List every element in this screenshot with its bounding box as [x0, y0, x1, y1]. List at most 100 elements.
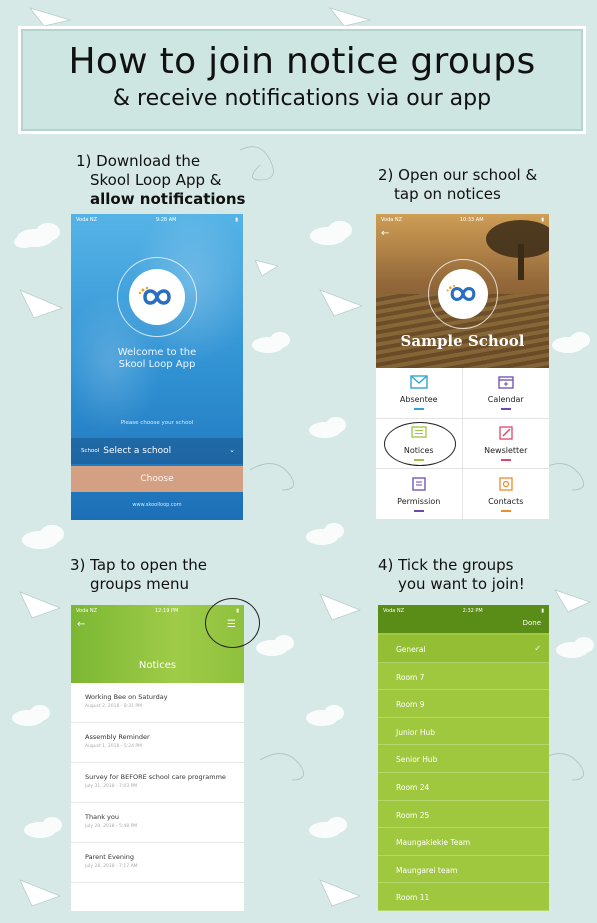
list-item[interactable]: Working Bee on Saturday August 2, 2018 -… [71, 683, 244, 723]
step-1-line: Skool Loop App & [90, 171, 222, 189]
group-label: Room 25 [396, 810, 430, 820]
checkmark-icon: ✓ [534, 644, 541, 653]
highlight-circle [384, 422, 456, 466]
list-item[interactable]: Survey for BEFORE school care programme … [71, 763, 244, 803]
notice-date: August 2, 2018 - 8:31 PM [85, 704, 142, 709]
notice-title: Thank you [85, 813, 119, 821]
cloud-icon [12, 705, 50, 726]
chevron-down-icon: ⌄ [229, 446, 235, 454]
school-select[interactable]: School Select a school ⌄ [71, 438, 243, 464]
cloud-icon [556, 637, 594, 658]
notice-title: Parent Evening [85, 853, 134, 861]
tile-label: Permission [397, 496, 441, 506]
group-item[interactable]: Room 9 [378, 690, 549, 718]
group-item[interactable]: Room 25 [378, 801, 549, 829]
choose-prompt: Please choose your school [120, 420, 194, 426]
tile-label: Absentee [399, 395, 438, 405]
newsletter-icon [499, 426, 513, 440]
group-label: Room 24 [396, 783, 430, 792]
phone-screen-groups: Voda NZ 2:32 PM ▮ Done General ✓ Room 7 … [378, 605, 549, 911]
step-1-bold: allow notifications [90, 190, 246, 208]
cloud-icon [309, 417, 346, 438]
list-item[interactable]: Assembly Reminder August 1, 2018 - 5:24 … [71, 723, 244, 763]
phone-screen-school: Voda NZ 10:33 AM ▮ ← Sample School Absen… [376, 214, 549, 520]
paper-plane-icon [19, 591, 62, 619]
clock: 10:33 AM [459, 216, 484, 223]
group-item[interactable]: Senior Hub [378, 745, 549, 773]
infinity-logo-icon [446, 284, 476, 301]
paper-plane-icon [328, 7, 372, 27]
paper-plane-icon [19, 289, 64, 319]
group-label: Room 9 [396, 700, 425, 710]
skool-loop-logo [438, 269, 488, 319]
group-label: Maungarei team [396, 865, 458, 875]
notices-title: Notices [138, 660, 177, 671]
list-item[interactable]: Parent Evening July 28, 2018 - 7:17 AM [71, 843, 244, 883]
school-name: Sample School [400, 332, 525, 350]
group-label: Maungakiekie Team [396, 838, 471, 848]
clock: 9:28 AM [155, 216, 177, 223]
battery-icon: ▮ [541, 216, 544, 223]
status-bar: Voda NZ 2:32 PM ▮ [378, 605, 549, 616]
paper-plane-icon [319, 879, 362, 907]
clock: 12:19 PM [155, 607, 179, 614]
carrier: Voda NZ [383, 607, 405, 614]
group-label: Room 7 [396, 672, 425, 682]
tile-label: Newsletter [484, 445, 528, 455]
select-value: Select a school [103, 446, 172, 456]
group-item[interactable]: Room 7 [378, 663, 549, 691]
group-item[interactable]: General ✓ [378, 635, 549, 663]
notice-title: Assembly Reminder [85, 733, 150, 741]
tile-underline [413, 408, 424, 411]
tile-absentee[interactable]: Absentee [376, 368, 463, 419]
calendar-icon [498, 376, 514, 389]
paper-plane-icon [254, 259, 279, 277]
tile-underline [500, 458, 511, 461]
highlight-circle [205, 598, 260, 648]
phone-screen-notices: Voda NZ 12:19 PM ▮ ← ☰ Notices Working B… [71, 605, 244, 911]
step-3-line: groups menu [90, 575, 190, 593]
step-2-caption: 2) Open our school & tap on notices [378, 166, 537, 204]
contacts-icon [499, 477, 513, 491]
page-title: How to join notice groups [68, 41, 536, 82]
trunk-decoration [518, 244, 524, 280]
tile-permission[interactable]: Permission [376, 469, 463, 520]
done-button[interactable]: Done [523, 619, 541, 627]
step-4-line: 4) Tick the groups [378, 556, 514, 574]
notice-date: August 1, 2018 - 5:24 PM [85, 744, 142, 749]
cloud-icon [14, 223, 60, 248]
tile-contacts[interactable]: Contacts [462, 469, 549, 520]
step-1-line: allow notifications [76, 190, 245, 209]
school-label: School [81, 448, 100, 454]
step-1-line: 1) Download the [76, 152, 201, 170]
cloud-icon [310, 221, 352, 245]
notice-date: July 31, 2018 - 7:03 PM [85, 784, 138, 789]
carrier: Voda NZ [381, 216, 403, 223]
list-item[interactable]: Thank you July 29, 2018 - 5:48 PM [71, 803, 244, 843]
tile-calendar[interactable]: Calendar [462, 368, 549, 419]
welcome-line: Welcome to the [117, 347, 197, 358]
group-item[interactable]: Room 24 [378, 773, 549, 801]
status-bar: Voda NZ 9:28 AM ▮ [71, 214, 243, 225]
step-3-line: 3) Tap to open the [70, 556, 207, 574]
group-item[interactable]: Maungarei team [378, 856, 549, 884]
tile-underline [413, 509, 424, 512]
back-arrow-icon[interactable]: ← [77, 619, 85, 630]
cloud-icon [24, 817, 62, 838]
tile-newsletter[interactable]: Newsletter [462, 419, 549, 470]
welcome-line: Skool Loop App [118, 359, 196, 370]
group-item[interactable]: Junior Hub [378, 718, 549, 746]
battery-icon: ▮ [541, 607, 544, 614]
group-item[interactable]: Maungakiekie Team [378, 828, 549, 856]
group-item[interactable]: Room 11 [378, 883, 549, 911]
notice-date: July 28, 2018 - 7:17 AM [85, 864, 138, 869]
cloud-icon [22, 525, 64, 549]
cloud-icon [306, 523, 344, 545]
choose-button[interactable]: Choose [71, 466, 243, 492]
notice-title: Survey for BEFORE school care programme [85, 773, 226, 781]
back-arrow-icon[interactable]: ← [381, 228, 389, 239]
group-label: Junior Hub [396, 727, 436, 737]
cloud-icon [256, 635, 294, 656]
cloud-icon [309, 817, 347, 838]
paper-plane-icon [28, 7, 72, 27]
